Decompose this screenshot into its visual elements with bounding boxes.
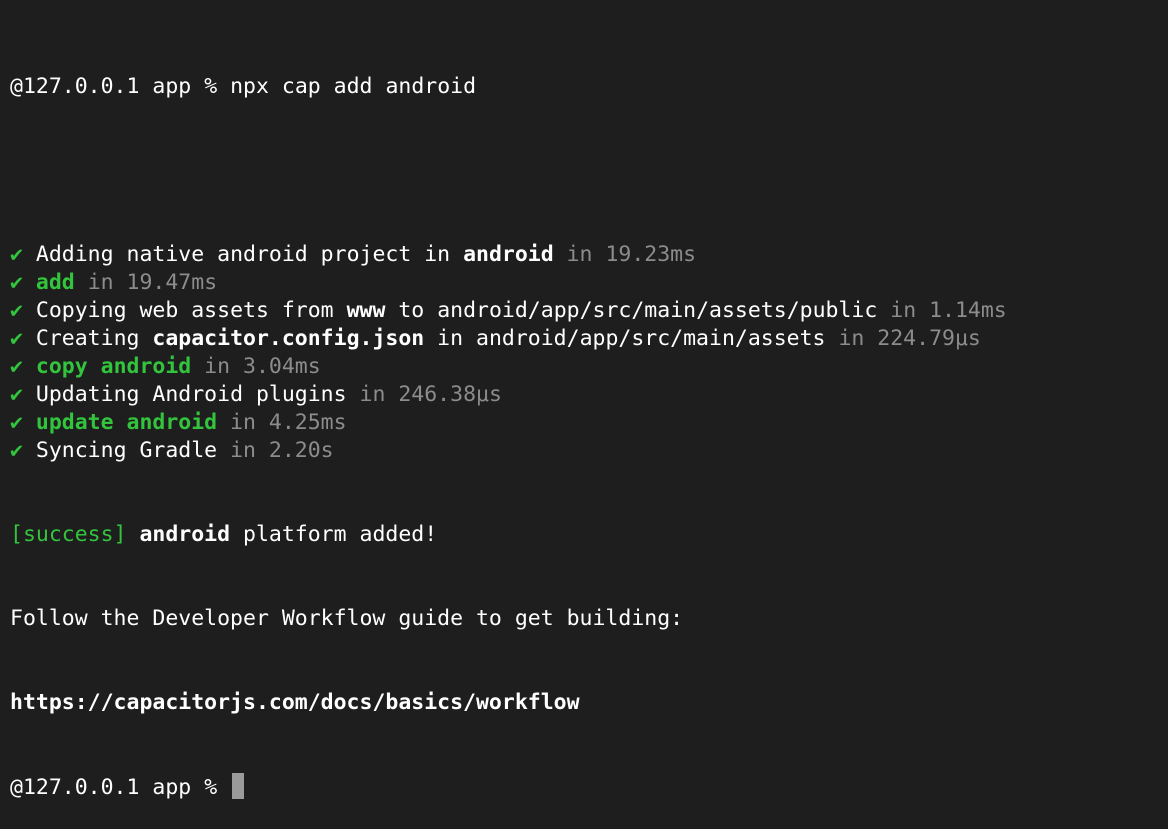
command-text: npx cap add android: [230, 74, 477, 99]
prompt-symbol: %: [204, 775, 218, 800]
step-list: ✔ Adding native android project in andro…: [10, 241, 1168, 465]
checkmark-icon: ✔: [10, 438, 23, 463]
cursor[interactable]: [232, 773, 245, 799]
step-text: in 4.25ms: [217, 410, 347, 435]
success-tag: [success]: [10, 522, 127, 547]
step-text: add: [35, 270, 75, 295]
step-line: ✔ Adding native android project in andro…: [10, 241, 1168, 269]
prompt-symbol: %: [204, 74, 218, 99]
step-text: capacitor.config.json: [152, 326, 425, 351]
checkmark-icon: ✔: [10, 354, 23, 379]
step-text: Syncing Gradle: [35, 438, 218, 463]
step-text: Adding native android project in: [35, 242, 464, 267]
checkmark-icon: ✔: [10, 382, 23, 407]
step-text: in 2.20s: [217, 438, 334, 463]
step-text: in 19.47ms: [74, 270, 218, 295]
step-line: ✔ Creating capacitor.config.json in andr…: [10, 325, 1168, 353]
prompt-line[interactable]: @127.0.0.1 app %: [10, 773, 1168, 801]
checkmark-icon: ✔: [10, 410, 23, 435]
prompt-host: @127.0.0.1: [10, 775, 140, 800]
checkmark-icon: ✔: [10, 298, 23, 323]
step-text: Updating Android plugins: [35, 382, 347, 407]
terminal-window[interactable]: @127.0.0.1 app % npx cap add android ✔ A…: [10, 17, 1168, 829]
step-text: Copying web assets from: [35, 298, 347, 323]
checkmark-icon: ✔: [10, 242, 23, 267]
prompt-dir: app: [152, 775, 192, 800]
step-text: android: [463, 242, 554, 267]
step-text: Creating: [35, 326, 153, 351]
step-text: update android: [35, 410, 218, 435]
step-text: in 3.04ms: [191, 354, 321, 379]
follow-guide-text: Follow the Developer Workflow guide to g…: [10, 606, 684, 631]
step-line: ✔ update android in 4.25ms: [10, 409, 1168, 437]
prompt-host: @127.0.0.1: [10, 74, 140, 99]
checkmark-icon: ✔: [10, 326, 23, 351]
step-text: in 19.23ms: [553, 242, 697, 267]
step-text: in 1.14ms: [877, 298, 1007, 323]
success-message: platform added!: [243, 522, 438, 547]
workflow-link[interactable]: https://capacitorjs.com/docs/basics/work…: [10, 689, 1168, 717]
step-text: www: [346, 298, 386, 323]
step-line: ✔ add in 19.47ms: [10, 269, 1168, 297]
step-text: copy android: [35, 354, 192, 379]
command-line: @127.0.0.1 app % npx cap add android: [10, 73, 1168, 101]
success-line: [success] android platform added!: [10, 521, 1168, 549]
step-line: ✔ copy android in 3.04ms: [10, 353, 1168, 381]
step-text: in android/app/src/main/assets: [424, 326, 826, 351]
step-line: ✔ Syncing Gradle in 2.20s: [10, 437, 1168, 465]
step-text: in 224.79μs: [825, 326, 981, 351]
step-text: in 246.38μs: [346, 382, 502, 407]
step-line: ✔ Updating Android plugins in 246.38μs: [10, 381, 1168, 409]
success-platform: android: [139, 522, 231, 547]
prompt-dir: app: [152, 74, 192, 99]
step-line: ✔ Copying web assets from www to android…: [10, 297, 1168, 325]
step-text: to android/app/src/main/assets/public: [385, 298, 878, 323]
checkmark-icon: ✔: [10, 270, 23, 295]
